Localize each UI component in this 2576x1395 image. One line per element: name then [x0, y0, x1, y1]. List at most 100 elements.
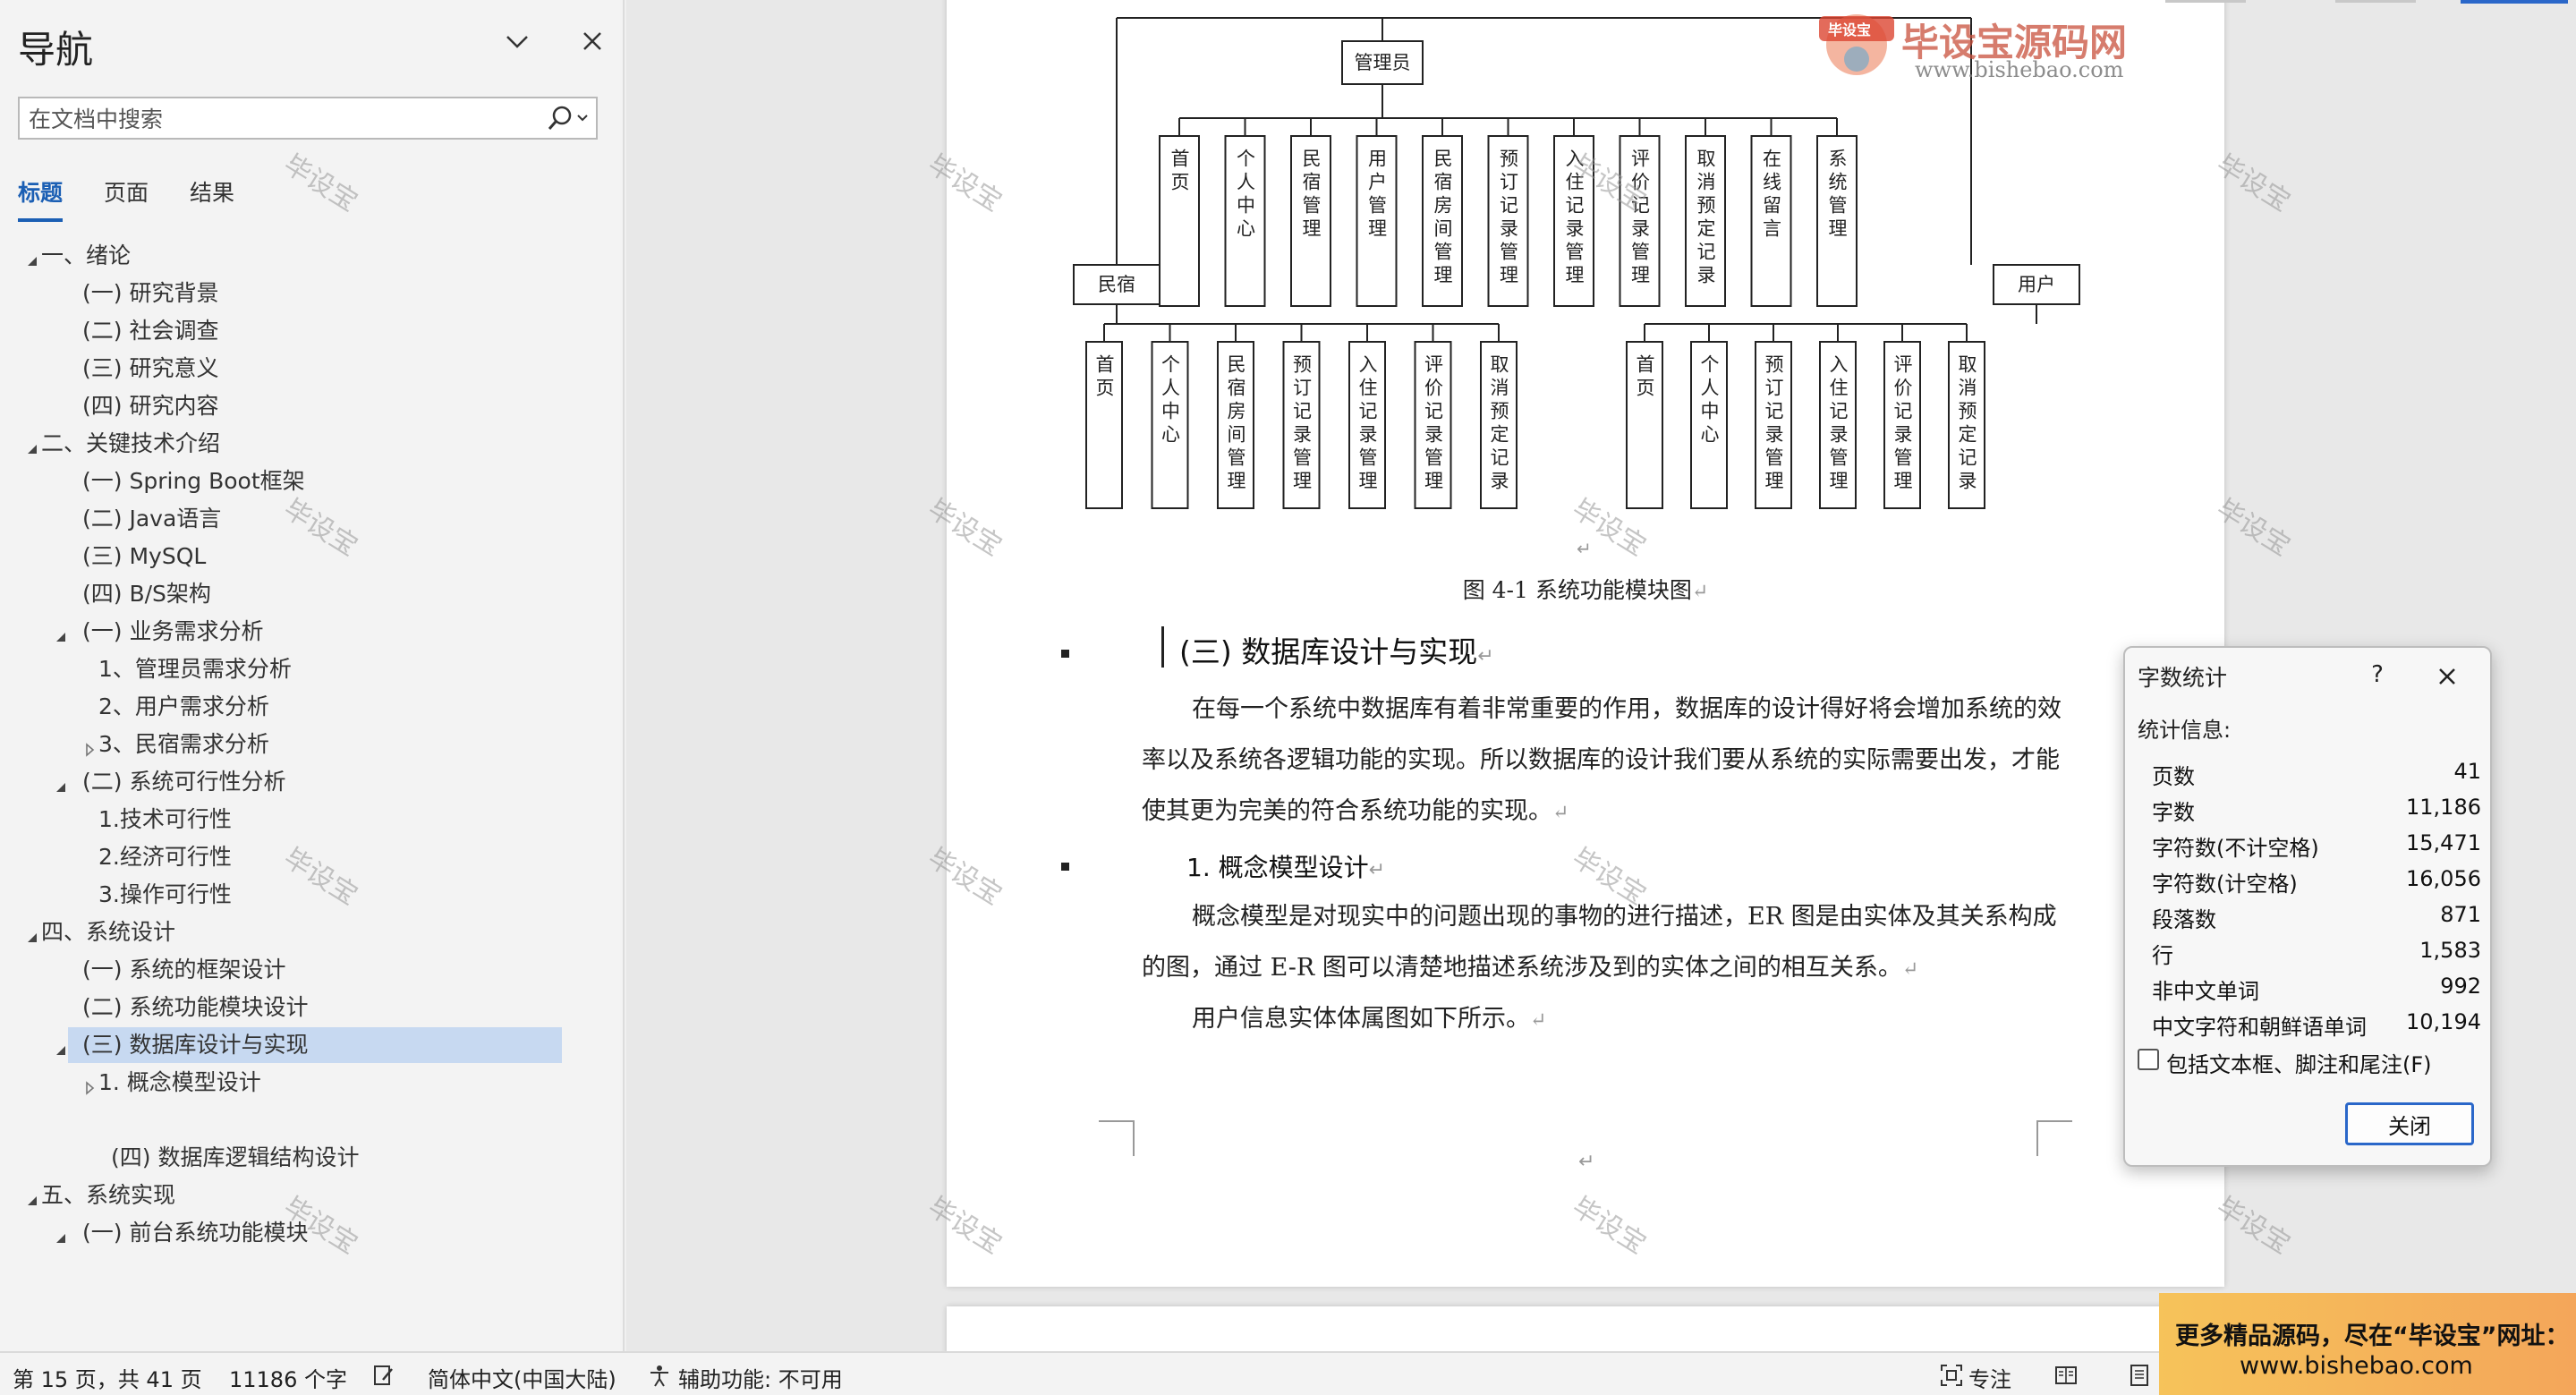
tree-item[interactable]: 一、绪论 — [0, 238, 623, 274]
stat-row: 中文字符和朝鲜语单词 10,194 — [2152, 1009, 2481, 1043]
tree-item[interactable]: (四) B/S架构 — [0, 576, 623, 612]
diagram-node: 入住记录管理 — [1553, 135, 1594, 307]
navigation-pane: 导航 标题 页面 结果 一、绪论 (一) 研究背景 (二) 社会调查 (三) 研究意义… — [0, 0, 625, 1351]
tree-item[interactable]: 2.经济可行性 — [0, 839, 623, 875]
tree-item[interactable]: 1. 概念模型设计 — [0, 1065, 623, 1101]
read-mode-icon[interactable] — [2054, 1364, 2078, 1387]
proofing-icon[interactable] — [372, 1364, 395, 1387]
word-count-dialog[interactable]: 字数统计 ? 统计信息: 页数 41 字数 11,186 字符数(不计空格) 15,471… — [2123, 646, 2492, 1167]
tree-item-label: (三) MySQL — [82, 543, 207, 569]
tree-item-label: 2、用户需求分析 — [98, 693, 269, 719]
tree-item[interactable]: 1.技术可行性 — [0, 802, 623, 838]
tree-item[interactable]: (四) 研究内容 — [0, 388, 623, 424]
text-cursor — [1161, 626, 1164, 668]
word-count[interactable]: 11186 个字 — [229, 1362, 347, 1393]
next-page[interactable] — [947, 1306, 2224, 1351]
diagram-node: 首页 — [1626, 341, 1663, 509]
diagram-node: 系统管理 — [1816, 135, 1858, 307]
diagram-node: 个人中心 — [1224, 135, 1266, 307]
page-break-mark: ↵ — [1578, 1151, 1595, 1173]
tree-item[interactable]: 3、民宿需求分析 — [0, 727, 623, 762]
stat-value: 15,471 — [2406, 830, 2481, 855]
tree-item[interactable]: (三) MySQL — [0, 539, 623, 574]
diagram-node-label: 民宿管理 — [1300, 149, 1322, 242]
search-input[interactable] — [29, 104, 548, 134]
tree-item[interactable]: (二) 系统可行性分析 — [0, 764, 623, 800]
tree-item-label: (四) 研究内容 — [82, 393, 219, 419]
close-icon[interactable] — [576, 25, 608, 57]
tree-item-label: 3、民宿需求分析 — [98, 731, 269, 757]
tree-item[interactable]: 二、关键技术介绍 — [0, 426, 623, 462]
tree-item[interactable]: (四) 数据库逻辑结构设计 — [0, 1140, 623, 1176]
page-count[interactable]: 第 15 页，共 41 页 — [13, 1362, 202, 1393]
stat-row: 非中文单词 992 — [2152, 974, 2481, 1008]
diagram-node-label: 民宿 — [1098, 274, 1135, 295]
stat-label: 中文字符和朝鲜语单词 — [2152, 1015, 2367, 1040]
nav-title: 导航 — [18, 28, 94, 72]
paragraph: 用户信息实体体属图如下所示。↵ — [1192, 1005, 1547, 1033]
paragraph-mark: ↵ — [1577, 538, 1592, 559]
diagram-node: 首页 — [1085, 341, 1123, 509]
focus-mode[interactable]: 专注 — [1968, 1362, 2011, 1393]
tree-item[interactable]: (一) Spring Boot框架 — [0, 464, 623, 499]
figure-caption: 图 4-1 系统功能模块图↵ — [1462, 577, 1709, 603]
tree-item[interactable]: (三) 数据库设计与实现 — [0, 1027, 623, 1063]
tree-item[interactable] — [0, 1102, 623, 1138]
stat-value: 41 — [2453, 759, 2481, 784]
diagram-node: 评价记录管理 — [1414, 341, 1452, 509]
tree-item[interactable]: (一) 前台系统功能模块 — [0, 1215, 623, 1251]
diagram-node: 民宿房间管理 — [1422, 135, 1463, 307]
include-textboxes-checkbox[interactable] — [2138, 1049, 2159, 1070]
diagram-node-label: 取消预定记录 — [1956, 354, 1977, 494]
crop-mark — [1099, 1120, 1135, 1156]
print-layout-icon[interactable] — [2128, 1364, 2151, 1387]
tree-item[interactable]: 四、系统设计 — [0, 914, 623, 950]
include-textboxes-label[interactable]: 包括文本框、脚注和尾注(F) — [2166, 1047, 2432, 1078]
close-icon[interactable] — [2429, 659, 2465, 694]
tree-item[interactable]: (二) 系统功能模块设计 — [0, 990, 623, 1025]
diagram-node-label: 个人中心 — [1160, 354, 1181, 447]
focus-icon[interactable] — [1940, 1364, 1963, 1387]
tree-item[interactable]: (一) 业务需求分析 — [0, 614, 623, 650]
diagram-node-label: 取消预定记录 — [1695, 149, 1716, 288]
chevron-down-icon[interactable] — [501, 25, 533, 57]
accessibility-icon[interactable] — [648, 1364, 671, 1387]
diagram-node-label: 预订记录管理 — [1291, 354, 1313, 494]
diagram-node: 用户管理 — [1356, 135, 1398, 307]
tree-item[interactable]: 2、用户需求分析 — [0, 689, 623, 725]
close-button[interactable]: 关闭 — [2345, 1102, 2474, 1145]
expand-arrow-icon[interactable] — [54, 624, 68, 642]
stat-row: 字符数(不计空格) 15,471 — [2152, 830, 2481, 864]
expand-arrow-icon[interactable] — [54, 774, 68, 792]
tree-item[interactable]: (三) 研究意义 — [0, 351, 623, 387]
diagram-node-label: 入住记录管理 — [1356, 354, 1378, 494]
stats-section-label: 统计信息: — [2138, 718, 2232, 743]
promo-banner[interactable]: 更多精品源码，尽在“毕设宝”网址： www.bishebao.com — [2159, 1293, 2576, 1395]
tree-item[interactable]: (一) 研究背景 — [0, 276, 623, 311]
tree-item[interactable]: 1、管理员需求分析 — [0, 651, 623, 687]
expand-arrow-icon[interactable] — [54, 1225, 68, 1243]
tab-headings[interactable]: 标题 — [18, 175, 64, 222]
help-icon[interactable]: ? — [2359, 657, 2395, 693]
language-status[interactable]: 简体中文(中国大陆) — [428, 1362, 616, 1393]
tree-item[interactable]: 五、系统实现 — [0, 1178, 623, 1213]
tree-item-label: 1.技术可行性 — [98, 806, 232, 832]
accessibility-status[interactable]: 辅助功能: 不可用 — [678, 1362, 843, 1393]
expand-arrow-icon[interactable] — [54, 1037, 68, 1055]
tree-item[interactable]: (二) Java语言 — [0, 501, 623, 537]
search-icon[interactable] — [542, 104, 592, 134]
tree-item[interactable]: (二) 社会调查 — [0, 313, 623, 349]
tree-item-label: (四) B/S架构 — [82, 581, 211, 607]
diagram-node: 取消预定记录 — [1480, 341, 1518, 509]
tree-item[interactable]: 3.操作可行性 — [0, 877, 623, 913]
stat-value: 992 — [2440, 974, 2481, 999]
tree-item[interactable]: (一) 系统的框架设计 — [0, 952, 623, 988]
promo-url[interactable]: www.bishebao.com — [2240, 1352, 2473, 1380]
stat-label: 字符数(不计空格) — [2152, 836, 2319, 861]
tab-pages[interactable]: 页面 — [104, 175, 149, 208]
document-page[interactable]: 管理员 首页 个人中心 民宿管理 用户管理 民宿房间管理 预订记录管理 入住记录管理 评价记录管… — [947, 0, 2224, 1287]
tab-results[interactable]: 结果 — [190, 175, 234, 208]
tree-item-label: (一) Spring Boot框架 — [82, 468, 305, 494]
diagram-node: 民宿 — [1073, 264, 1160, 305]
diagram-node: 在线留言 — [1750, 135, 1792, 307]
